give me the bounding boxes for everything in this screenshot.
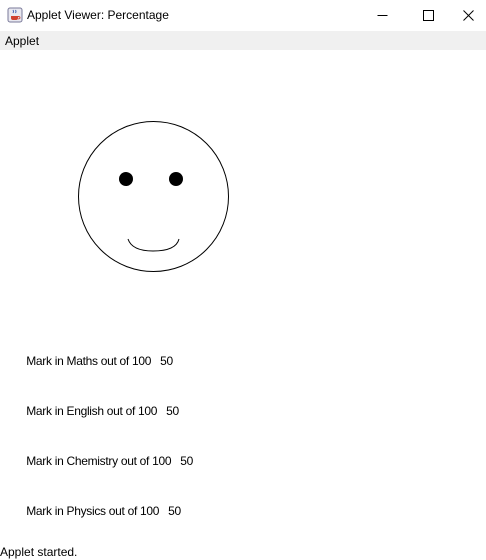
mark-row-maths: Mark in Maths out of 100 50 <box>8 340 173 382</box>
mark-row-english: Mark in English out of 100 50 <box>8 390 179 432</box>
maximize-button[interactable] <box>405 0 451 31</box>
mark-label-english: Mark in English out of 100 <box>26 404 158 418</box>
mark-value-physics: 50 <box>168 504 181 518</box>
mark-value-chemistry: 50 <box>180 454 193 468</box>
mark-value-maths: 50 <box>160 354 173 368</box>
minimize-button[interactable] <box>359 0 405 31</box>
mark-value-english: 50 <box>166 404 179 418</box>
left-eye <box>119 172 133 186</box>
java-coffee-icon <box>7 7 23 23</box>
close-icon <box>463 10 474 21</box>
mark-row-physics: Mark in Physics out of 100 50 <box>8 490 181 532</box>
menu-bar: Applet <box>0 31 486 50</box>
status-text: Applet started. <box>0 545 78 559</box>
smiley-face-icon <box>78 121 229 272</box>
smile-mouth <box>127 238 180 252</box>
maximize-icon <box>422 10 434 21</box>
applet-viewer-window: Applet Viewer: Percentage Applet Mark in… <box>0 0 486 560</box>
minimize-icon <box>377 15 387 16</box>
face-outline <box>78 121 229 272</box>
close-button[interactable] <box>451 0 486 31</box>
mark-label-maths: Mark in Maths out of 100 <box>26 354 152 368</box>
applet-panel: Mark in Maths out of 100 50 Mark in Engli… <box>0 50 486 540</box>
window-title: Applet Viewer: Percentage <box>27 8 169 22</box>
menu-applet[interactable]: Applet <box>5 34 39 48</box>
mark-row-chemistry: Mark in Chemistry out of 100 50 <box>8 440 193 482</box>
mark-label-physics: Mark in Physics out of 100 <box>26 504 160 518</box>
mark-label-chemistry: Mark in Chemistry out of 100 <box>26 454 172 468</box>
right-eye <box>169 172 183 186</box>
title-bar[interactable]: Applet Viewer: Percentage <box>0 0 486 31</box>
